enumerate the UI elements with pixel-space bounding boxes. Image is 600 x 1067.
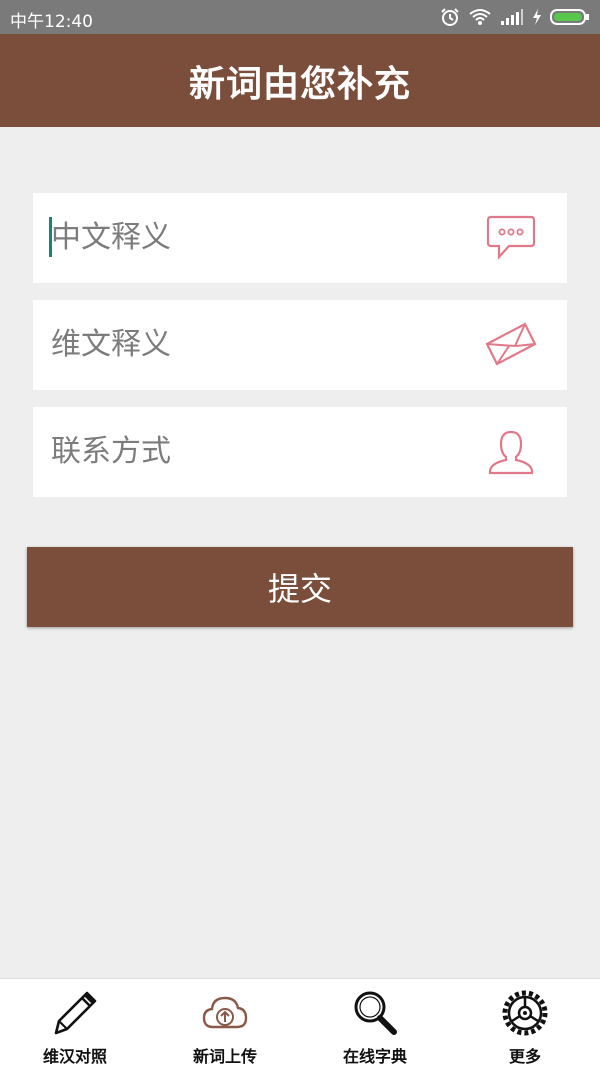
nav-label-upload: 新词上传 (192, 1047, 257, 1066)
person-icon (488, 430, 534, 475)
wifi-icon (469, 9, 491, 25)
alarm-icon (441, 8, 459, 26)
uyghur-meaning-field[interactable]: 维文释义 (33, 300, 567, 390)
pencil-icon (54, 991, 97, 1035)
contact-placeholder: 联系方式 (51, 434, 171, 469)
status-icons (440, 5, 590, 29)
uyghur-meaning-placeholder: 维文释义 (51, 327, 171, 362)
status-bar: 中午12:40 (0, 0, 600, 34)
bottom-nav: 维汉对照 新词上传 在线字典 更多 (0, 978, 600, 1067)
magnifier-icon (354, 991, 397, 1035)
nav-item-upload[interactable]: 新词上传 (150, 979, 300, 1067)
cloud-upload-icon (202, 996, 248, 1029)
nav-item-dictionary[interactable]: 在线字典 (300, 979, 450, 1067)
nav-label-bilingual: 维汉对照 (42, 1047, 107, 1066)
chinese-meaning-placeholder: 中文释义 (51, 220, 171, 255)
app-bar: 新词由您补充 (0, 34, 600, 127)
nav-label-dictionary: 在线字典 (342, 1047, 407, 1066)
nav-item-bilingual[interactable]: 维汉对照 (0, 979, 150, 1067)
submit-button[interactable]: 提交 (27, 547, 573, 627)
contact-field[interactable]: 联系方式 (33, 407, 567, 497)
envelope-icon (485, 322, 537, 366)
nav-item-more[interactable]: 更多 (450, 979, 600, 1067)
signal-icon (501, 9, 523, 25)
chinese-meaning-field[interactable]: 中文释义 (33, 193, 567, 283)
gear-icon (502, 990, 548, 1036)
charging-icon (533, 9, 541, 25)
battery-icon (550, 9, 589, 25)
status-time: 中午12:40 (10, 12, 93, 32)
chat-bubble-icon (486, 215, 536, 260)
page-title: 新词由您补充 (188, 63, 411, 105)
nav-label-more: 更多 (508, 1047, 541, 1066)
